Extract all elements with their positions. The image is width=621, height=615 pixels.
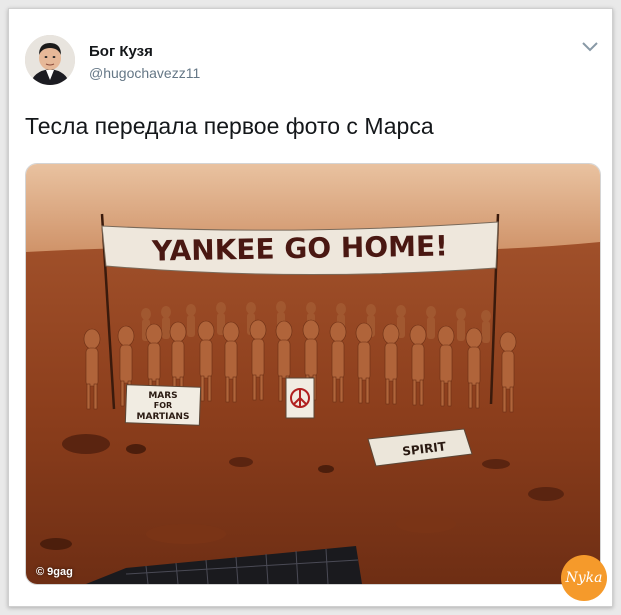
photo-credit: © 9gag xyxy=(36,566,73,578)
author-handle[interactable]: @hugochavezz11 xyxy=(89,65,200,81)
avatar[interactable] xyxy=(25,35,75,85)
tweet-card: Бог Кузя @hugochavezz11 Тесла передала п… xyxy=(8,8,613,607)
sign-left-line-3: MARTIANS xyxy=(137,412,190,422)
sign-left-line-2: FOR xyxy=(154,401,172,410)
chevron-down-icon[interactable] xyxy=(581,39,599,53)
watermark-text: Nyka xyxy=(565,570,603,586)
watermark-logo: Nyka xyxy=(561,555,607,601)
tweet-photo[interactable]: YANKEE GO HOME! MARS FOR MARTIANS SPIRIT… xyxy=(25,163,601,585)
avatar-image xyxy=(25,35,75,85)
tweet-text: Тесла передала первое фото с Марса xyxy=(25,113,434,139)
author-name[interactable]: Бог Кузя xyxy=(89,43,153,60)
sign-left-line-1: MARS xyxy=(148,391,177,401)
banner-text: YANKEE GO HOME! xyxy=(151,229,448,267)
mars-photo: YANKEE GO HOME! MARS FOR MARTIANS SPIRIT xyxy=(26,164,600,584)
